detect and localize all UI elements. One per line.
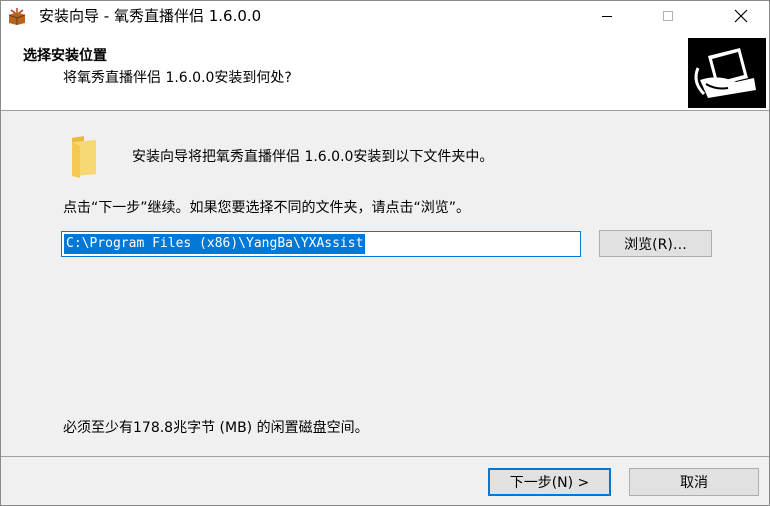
installer-window: 安装向导 - 氧秀直播伴侣 1.6.0.0 选择安装位置 将氧秀直播伴侣 1.6… xyxy=(0,0,770,506)
disk-space-required-text: 必须至少有178.8兆字节 (MB) 的闲置磁盘空间。 xyxy=(63,420,369,436)
cancel-button[interactable]: 取消 xyxy=(629,468,759,496)
wizard-header: 选择安装位置 将氧秀直播伴侣 1.6.0.0安装到何处? xyxy=(1,31,769,111)
footer-divider xyxy=(1,456,769,457)
install-intro-text: 安装向导将把氧秀直播伴侣 1.6.0.0安装到以下文件夹中。 xyxy=(132,149,494,165)
browse-button[interactable]: 浏览(R)… xyxy=(599,230,712,257)
install-path-input[interactable] xyxy=(61,231,581,257)
folder-icon xyxy=(68,134,100,178)
maximize-icon xyxy=(663,11,673,21)
minimize-button[interactable] xyxy=(584,1,630,31)
close-icon xyxy=(734,9,748,23)
continue-hint-text: 点击“下一步”继续。如果您要选择不同的文件夹，请点击“浏览”。 xyxy=(63,200,471,216)
title-bar[interactable]: 安装向导 - 氧秀直播伴侣 1.6.0.0 xyxy=(1,1,769,31)
page-title: 选择安装位置 xyxy=(23,48,107,64)
minimize-icon xyxy=(602,16,612,17)
next-button[interactable]: 下一步(N) > xyxy=(488,468,611,496)
page-subtitle: 将氧秀直播伴侣 1.6.0.0安装到何处? xyxy=(63,70,292,86)
window-title: 安装向导 - 氧秀直播伴侣 1.6.0.0 xyxy=(39,7,262,25)
maximize-button[interactable] xyxy=(645,1,691,31)
computer-logo-icon xyxy=(688,38,766,108)
close-button[interactable] xyxy=(718,1,764,31)
installer-box-icon xyxy=(7,7,27,25)
